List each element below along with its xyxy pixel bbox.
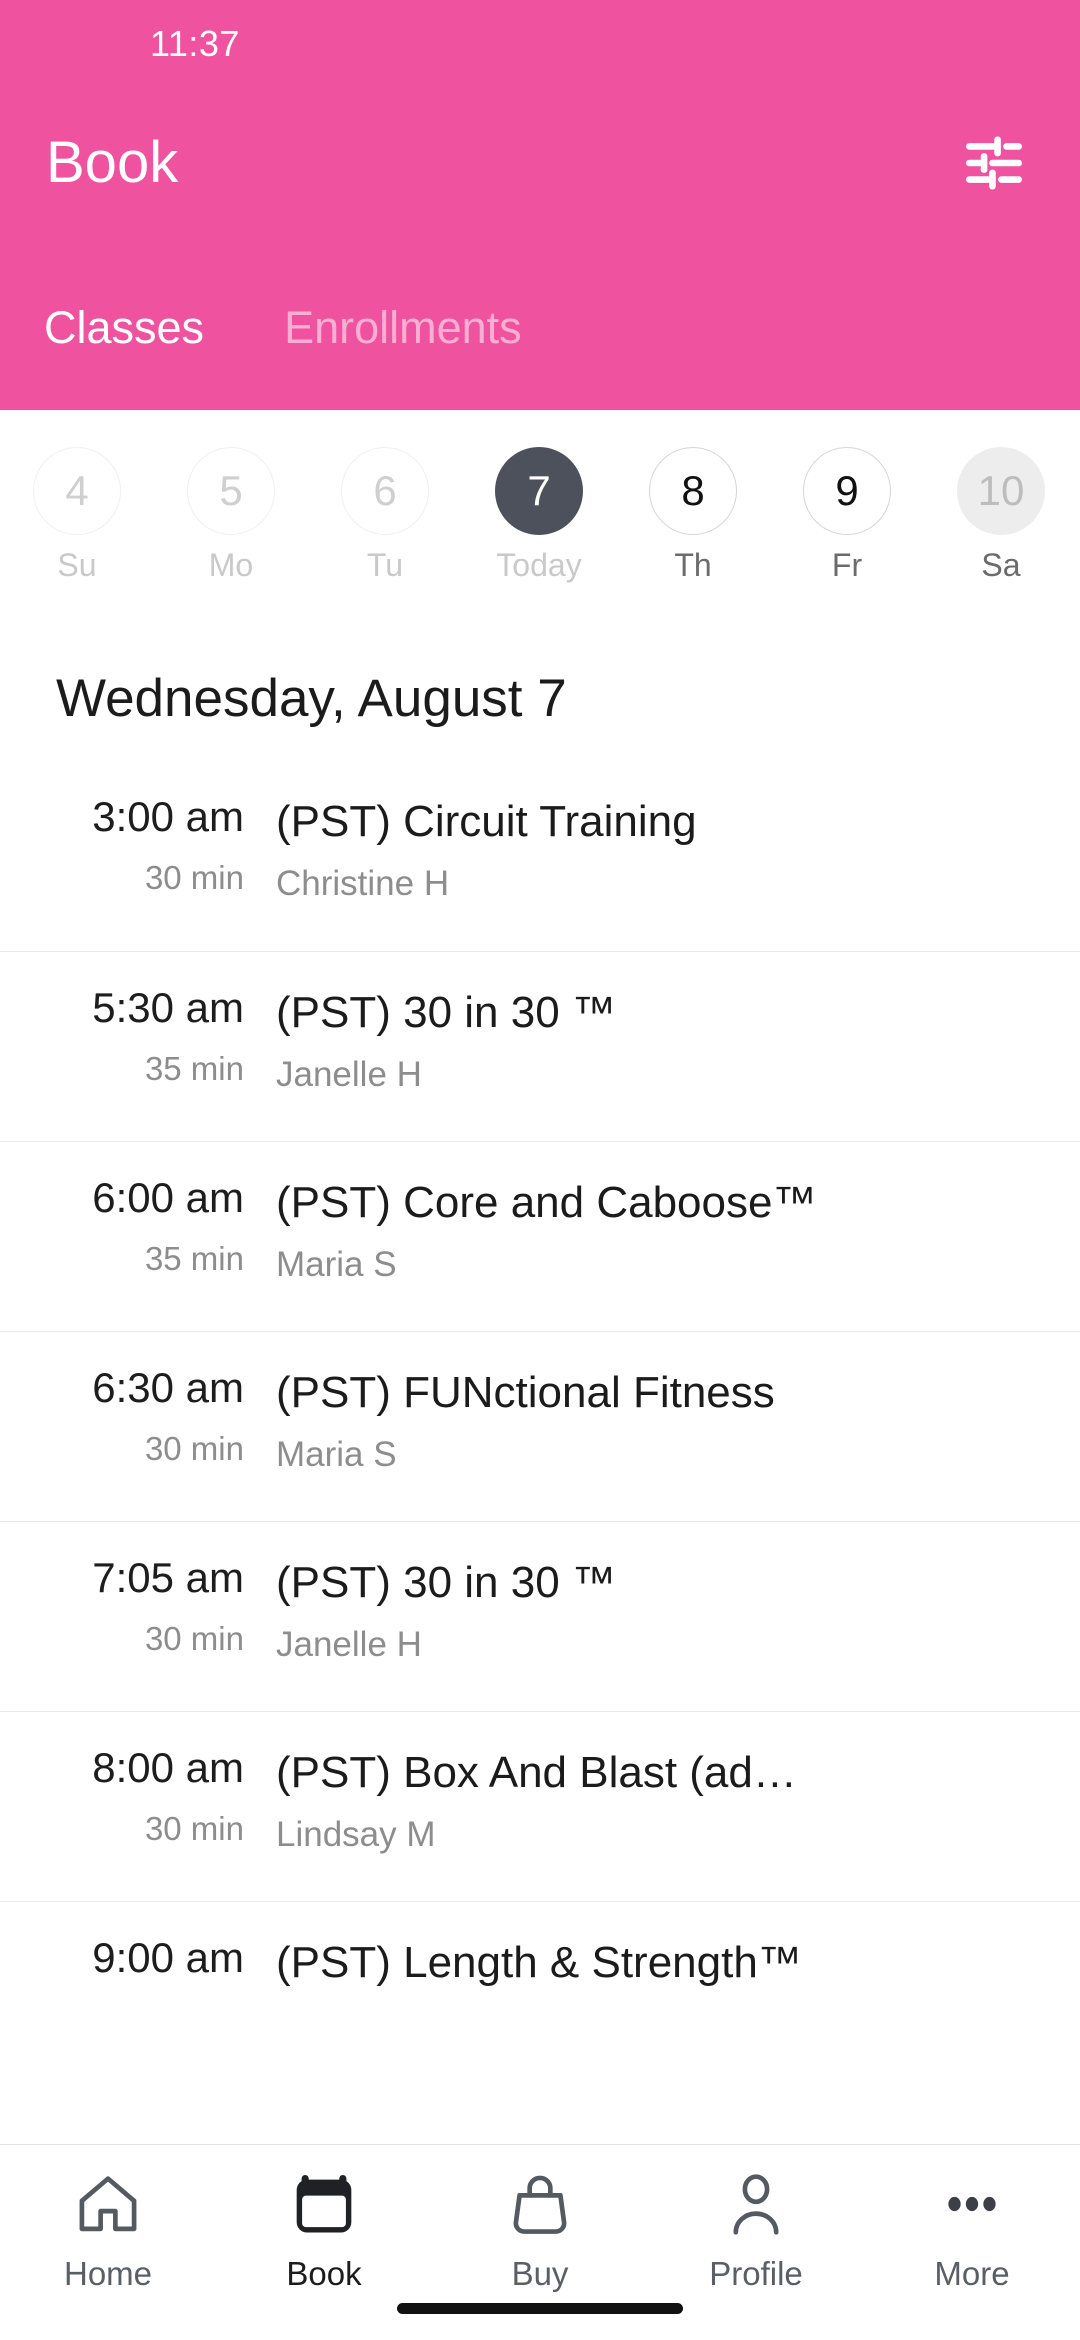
home-indicator	[397, 2303, 683, 2314]
class-time: 5:30 am	[92, 984, 244, 1031]
nav-label: Home	[63, 2255, 153, 2292]
class-list[interactable]: 3:00 am 30 min (PST) Circuit Training Ch…	[0, 725, 1080, 2144]
date-number[interactable]: 6	[341, 447, 429, 535]
date-weekday: Su	[57, 547, 97, 583]
class-time: 3:00 am	[92, 793, 244, 840]
class-row[interactable]: 7:05 am 30 min (PST) 30 in 30 ™ Janelle …	[0, 1521, 1080, 1711]
class-row[interactable]: 5:30 am 35 min (PST) 30 in 30 ™ Janelle …	[0, 951, 1080, 1141]
date-weekday: Th	[674, 547, 712, 583]
page-title: Book	[46, 130, 179, 195]
nav-label: More	[934, 2255, 1010, 2292]
header-tabs: Classes Enrollments	[0, 238, 1080, 388]
class-row[interactable]: 6:00 am 35 min (PST) Core and Caboose™ M…	[0, 1141, 1080, 1331]
nav-item-buy[interactable]: Buy	[432, 2167, 648, 2290]
date-number[interactable]: 5	[187, 447, 275, 535]
date-weekday: Mo	[208, 547, 254, 583]
class-row[interactable]: 6:30 am 30 min (PST) FUNctional Fitness …	[0, 1331, 1080, 1521]
date-number[interactable]: 8	[649, 447, 737, 535]
class-name: (PST) 30 in 30 ™	[276, 1558, 616, 1607]
class-info-block: (PST) 30 in 30 ™ Janelle H	[270, 1556, 1040, 1681]
status-time: 11:37	[150, 23, 240, 64]
class-info-block: (PST) Length & Strength™	[270, 1936, 1040, 2061]
class-info-block: (PST) 30 in 30 ™ Janelle H	[270, 986, 1040, 1111]
class-row[interactable]: 8:00 am 30 min (PST) Box And Blast (ad… …	[0, 1711, 1080, 1901]
home-icon	[76, 2167, 140, 2241]
nav-item-more[interactable]: More	[864, 2167, 1080, 2290]
class-time: 6:30 am	[92, 1364, 244, 1411]
class-row[interactable]: 3:00 am 30 min (PST) Circuit Training Ch…	[0, 761, 1080, 951]
date-number[interactable]: 9	[803, 447, 891, 535]
date-cell-10[interactable]: 10 Sa	[924, 447, 1078, 581]
date-cell-6[interactable]: 6 Tu	[308, 447, 462, 581]
filter-tune-icon[interactable]	[954, 123, 1034, 203]
class-row[interactable]: 9:00 am (PST) Length & Strength™	[0, 1901, 1080, 2091]
date-cell-4[interactable]: 4 Su	[0, 447, 154, 581]
date-cell-9[interactable]: 9 Fr	[770, 447, 924, 581]
class-duration: 30 min	[144, 859, 244, 897]
day-title: Wednesday, August 7	[56, 669, 567, 728]
class-time-block: 9:00 am	[40, 1934, 270, 2061]
class-coach: Christine H	[276, 864, 450, 904]
class-info-block: (PST) Core and Caboose™ Maria S	[270, 1176, 1040, 1301]
class-time-block: 6:30 am 30 min	[40, 1364, 270, 1491]
class-name: (PST) 30 in 30 ™	[276, 988, 616, 1037]
class-info-block: (PST) FUNctional Fitness Maria S	[270, 1366, 1040, 1491]
class-time-block: 8:00 am 30 min	[40, 1744, 270, 1871]
class-coach: Maria S	[276, 1435, 397, 1475]
date-cell-8[interactable]: 8 Th	[616, 447, 770, 581]
date-cell-5[interactable]: 5 Mo	[154, 447, 308, 581]
date-number-selected[interactable]: 7	[495, 447, 583, 535]
nav-item-profile[interactable]: Profile	[648, 2167, 864, 2290]
class-time-block: 7:05 am 30 min	[40, 1554, 270, 1681]
class-name: (PST) Box And Blast (ad…	[276, 1748, 797, 1797]
class-time: 9:00 am	[92, 1934, 244, 1981]
nav-label: Buy	[511, 2255, 569, 2292]
class-time: 6:00 am	[92, 1174, 244, 1221]
app-bar: Book	[0, 88, 1080, 238]
date-number[interactable]: 10	[957, 447, 1045, 535]
date-cell-7-today[interactable]: 7 Today	[462, 447, 616, 581]
nav-label: Profile	[709, 2255, 803, 2292]
class-coach: Lindsay M	[276, 1815, 436, 1855]
app-screen: 11:37 Book Classes Enrollments 4 Su 5 Mo…	[0, 0, 1080, 2340]
tab-classes[interactable]: Classes	[32, 305, 216, 350]
class-time-block: 3:00 am 30 min	[40, 793, 270, 921]
nav-label: Book	[286, 2255, 362, 2292]
class-name: (PST) FUNctional Fitness	[276, 1368, 775, 1417]
app-header: 11:37 Book Classes Enrollments	[0, 0, 1080, 410]
ellipsis-icon	[941, 2167, 1003, 2241]
date-weekday: Today	[496, 547, 582, 583]
class-time-block: 6:00 am 35 min	[40, 1174, 270, 1301]
date-weekday: Fr	[831, 547, 863, 583]
class-duration: 30 min	[144, 1810, 244, 1848]
class-duration: 30 min	[144, 1430, 244, 1468]
class-info-block: (PST) Circuit Training Christine H	[270, 795, 1040, 921]
class-time: 8:00 am	[92, 1744, 244, 1791]
person-icon	[725, 2167, 787, 2241]
class-time: 7:05 am	[92, 1554, 244, 1601]
bag-icon	[509, 2167, 571, 2241]
date-strip[interactable]: 4 Su 5 Mo 6 Tu 7 Today 8 Th 9 Fr 10 Sa	[0, 410, 1080, 610]
calendar-icon	[293, 2167, 355, 2241]
class-name: (PST) Circuit Training	[276, 797, 697, 846]
class-duration: 35 min	[144, 1050, 244, 1088]
date-weekday: Tu	[366, 547, 404, 583]
status-bar: 11:37	[0, 0, 1080, 88]
class-name: (PST) Length & Strength™	[276, 1938, 802, 1987]
class-name: (PST) Core and Caboose™	[276, 1178, 817, 1227]
class-coach: Janelle H	[276, 1055, 422, 1095]
tab-enrollments[interactable]: Enrollments	[272, 305, 534, 350]
class-coach: Maria S	[276, 1245, 397, 1285]
date-number[interactable]: 4	[33, 447, 121, 535]
nav-item-book[interactable]: Book	[216, 2167, 432, 2290]
date-weekday: Sa	[981, 547, 1021, 583]
class-info-block: (PST) Box And Blast (ad… Lindsay M	[270, 1746, 1040, 1871]
class-time-block: 5:30 am 35 min	[40, 984, 270, 1111]
nav-item-home[interactable]: Home	[0, 2167, 216, 2290]
class-duration: 35 min	[144, 1240, 244, 1278]
class-coach: Janelle H	[276, 1625, 422, 1665]
class-duration: 30 min	[144, 1620, 244, 1658]
